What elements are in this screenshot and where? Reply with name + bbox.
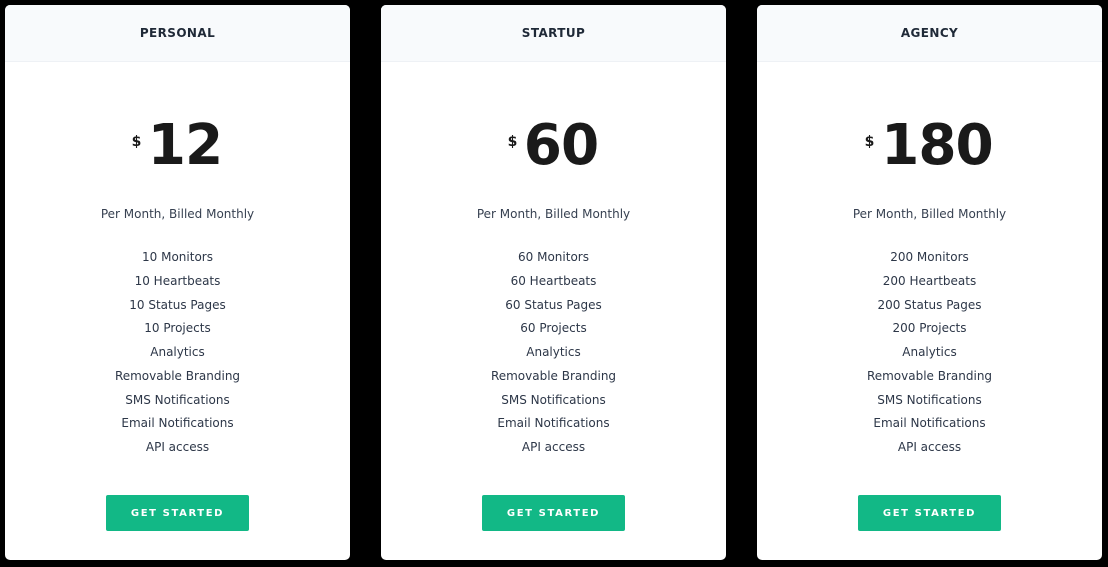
feature-item: Analytics: [526, 345, 581, 359]
feature-list: 60 Monitors 60 Heartbeats 60 Status Page…: [381, 246, 726, 460]
feature-item: Analytics: [902, 345, 957, 359]
card-header: AGENCY: [757, 5, 1102, 62]
price: $ 12: [5, 118, 350, 174]
feature-item: Analytics: [150, 345, 205, 359]
feature-item: 200 Projects: [892, 321, 967, 336]
pricing-card-personal: PERSONAL $ 12 Per Month, Billed Monthly …: [5, 5, 350, 560]
feature-list: 200 Monitors 200 Heartbeats 200 Status P…: [757, 246, 1102, 460]
feature-item: Removable Branding: [490, 368, 617, 383]
get-started-button[interactable]: GET STARTED: [106, 495, 249, 531]
feature-item: SMS Notifications: [125, 392, 230, 407]
billing-period: Per Month, Billed Monthly: [100, 207, 255, 221]
feature-item: 10 Status Pages: [129, 297, 226, 312]
plan-name: AGENCY: [900, 26, 959, 40]
feature-item: 60 Heartbeats: [510, 273, 597, 288]
feature-item: 60 Monitors: [518, 250, 589, 264]
billing-period: Per Month, Billed Monthly: [852, 207, 1007, 221]
price: $ 180: [757, 118, 1102, 174]
feature-item: Email Notifications: [497, 416, 610, 431]
card-header: PERSONAL: [5, 5, 350, 62]
card-header: STARTUP: [381, 5, 726, 62]
feature-item: 200 Status Pages: [877, 297, 982, 312]
feature-item: Removable Branding: [114, 368, 241, 383]
pricing-card-agency: AGENCY $ 180 Per Month, Billed Monthly 2…: [757, 5, 1102, 560]
feature-item: API access: [521, 440, 586, 454]
feature-item: 60 Status Pages: [505, 297, 602, 312]
price-amount: 60: [524, 113, 599, 178]
price-amount: 180: [881, 113, 995, 178]
feature-item: 60 Projects: [520, 321, 587, 336]
feature-item: Email Notifications: [873, 416, 986, 431]
feature-item: API access: [145, 440, 210, 454]
currency-symbol: $: [131, 134, 142, 150]
get-started-button[interactable]: GET STARTED: [858, 495, 1001, 531]
feature-item: 10 Projects: [144, 321, 211, 336]
feature-item: SMS Notifications: [501, 392, 606, 407]
get-started-button[interactable]: GET STARTED: [482, 495, 625, 531]
plan-name: STARTUP: [521, 26, 586, 40]
feature-item: API access: [897, 440, 962, 454]
pricing-section: PERSONAL $ 12 Per Month, Billed Monthly …: [5, 5, 1102, 560]
plan-name: PERSONAL: [139, 26, 216, 40]
feature-item: Removable Branding: [866, 368, 993, 383]
feature-item: SMS Notifications: [877, 392, 982, 407]
price-amount: 12: [148, 113, 223, 178]
currency-symbol: $: [864, 134, 875, 150]
pricing-card-startup: STARTUP $ 60 Per Month, Billed Monthly 6…: [381, 5, 726, 560]
price: $ 60: [381, 118, 726, 174]
feature-item: Email Notifications: [121, 416, 234, 431]
billing-period: Per Month, Billed Monthly: [476, 207, 631, 221]
currency-symbol: $: [507, 134, 518, 150]
feature-item: 200 Heartbeats: [882, 273, 977, 288]
feature-list: 10 Monitors 10 Heartbeats 10 Status Page…: [5, 246, 350, 460]
feature-item: 200 Monitors: [890, 250, 969, 264]
feature-item: 10 Heartbeats: [134, 273, 221, 288]
feature-item: 10 Monitors: [142, 250, 213, 264]
